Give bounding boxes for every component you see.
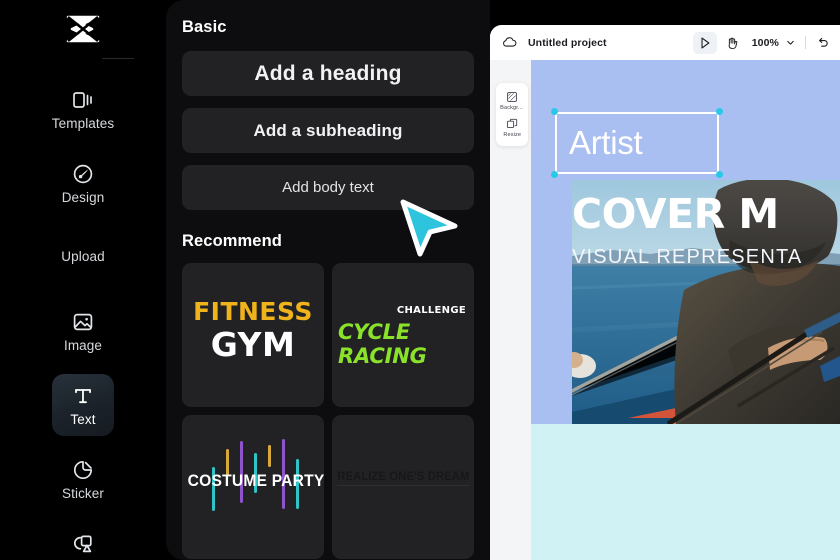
app-logo[interactable]: [0, 12, 166, 46]
sidebar-item-label: Upload: [61, 249, 105, 265]
template-line-2: GYM: [210, 325, 296, 364]
sidebar-item-label: Sticker: [62, 485, 104, 501]
chevron-down-icon[interactable]: [785, 37, 796, 48]
cover-title-text[interactable]: COVER M: [572, 190, 840, 238]
basic-section-title: Basic: [182, 18, 227, 36]
toolbar-divider: [805, 36, 806, 49]
background-checker-icon: [507, 92, 517, 102]
cloud-icon: [503, 37, 517, 47]
recommend-grid: FITNESS GYM CHALLENGE CYCLE RACING COSTU…: [182, 263, 474, 559]
resize-handle-top-left[interactable]: [551, 108, 558, 115]
sidebar-item-label: Text: [70, 411, 96, 427]
canvas-stage: Backgr... Resize COVER M VISUAL REPRESEN…: [490, 60, 840, 560]
cursor-arrow-icon: [701, 37, 710, 48]
resize-handle-bottom-right[interactable]: [716, 171, 723, 178]
hand-icon: [728, 37, 738, 49]
template-line-1: REALIZE ONE'S DREAM: [336, 469, 470, 486]
sidebar-item-label: Templates: [51, 115, 115, 131]
templates-icon: [73, 91, 92, 108]
template-line-1: FITNESS: [193, 297, 313, 326]
editor-window: Untitled project 100% Backgr... Resize C…: [490, 25, 840, 560]
sidebar-item-text[interactable]: Text: [52, 374, 114, 436]
background-tool-button[interactable]: Backgr...: [496, 88, 528, 115]
canvas-lower-band: [531, 424, 840, 560]
canvas-tool-label: Backgr...: [500, 104, 524, 112]
sidebar-item-shape[interactable]: Shape: [52, 522, 114, 560]
add-subheading-button[interactable]: Add a subheading: [182, 108, 474, 153]
template-thumb-realize-dream[interactable]: REALIZE ONE'S DREAM: [332, 415, 474, 559]
fitness-gym-art: FITNESS GYM: [182, 299, 324, 361]
hand-tool-button[interactable]: [720, 32, 744, 54]
realize-dream-art: REALIZE ONE'S DREAM: [332, 469, 474, 486]
capcut-editor-screen: Templates Design Upload Image Text Stick…: [0, 0, 840, 560]
topbar-tools: 100%: [692, 31, 830, 54]
sidebar-item-label: Design: [61, 189, 105, 205]
template-line-1: COSTUME PARTY: [187, 471, 324, 490]
project-name[interactable]: Untitled project: [528, 37, 607, 49]
resize-tool-button[interactable]: Resize: [496, 115, 528, 142]
select-tool-button[interactable]: [692, 31, 717, 54]
zoom-level[interactable]: 100%: [752, 37, 779, 49]
shape-icon: [74, 535, 92, 552]
recommend-section-title: Recommend: [182, 232, 282, 250]
template-thumb-costume-party[interactable]: COSTUME PARTY: [182, 415, 324, 559]
template-line-1: CHALLENGE: [396, 305, 466, 316]
editor-topbar: Untitled project 100%: [490, 25, 840, 60]
resize-handle-top-right[interactable]: [716, 108, 723, 115]
sticker-icon: [73, 460, 93, 479]
artist-text: Artist: [569, 124, 643, 161]
add-heading-button[interactable]: Add a heading: [182, 51, 474, 96]
rail-item-list: Templates Design Upload Image Text Stick…: [0, 78, 166, 560]
cover-subtitle-text[interactable]: VISUAL REPRESENTA: [572, 246, 840, 269]
sidebar-item-sticker[interactable]: Sticker: [52, 448, 114, 510]
canvas-tool-label: Resize: [503, 131, 521, 139]
resize-icon: [506, 118, 518, 129]
template-thumb-cycle-racing[interactable]: CHALLENGE CYCLE RACING: [332, 263, 474, 407]
design-icon: [73, 164, 93, 183]
sidebar-item-design[interactable]: Design: [52, 152, 114, 214]
cycle-racing-art: CHALLENGE CYCLE RACING: [338, 305, 466, 368]
add-body-text-button[interactable]: Add body text: [182, 165, 474, 210]
sidebar-item-image[interactable]: Image: [52, 300, 114, 362]
text-panel: Basic Add a heading Add a subheading Add…: [166, 0, 490, 560]
left-nav-rail: Templates Design Upload Image Text Stick…: [0, 0, 166, 560]
sidebar-item-templates[interactable]: Templates: [52, 78, 114, 140]
image-icon: [73, 313, 93, 331]
design-canvas[interactable]: COVER M VISUAL REPRESENTA Artist: [531, 60, 840, 560]
rail-divider: [102, 58, 134, 59]
sidebar-item-upload[interactable]: Upload: [52, 226, 114, 288]
sidebar-item-label: Image: [63, 337, 103, 353]
text-t-icon: [75, 388, 91, 403]
template-line-2: CYCLE RACING: [338, 320, 427, 368]
selected-text-box[interactable]: Artist: [551, 108, 723, 178]
capcut-logo-icon: [66, 15, 100, 43]
template-thumb-fitness-gym[interactable]: FITNESS GYM: [182, 263, 324, 407]
undo-icon[interactable]: [816, 36, 830, 50]
canvas-tool-dock: Backgr... Resize: [496, 83, 528, 146]
resize-handle-bottom-left[interactable]: [551, 171, 558, 178]
